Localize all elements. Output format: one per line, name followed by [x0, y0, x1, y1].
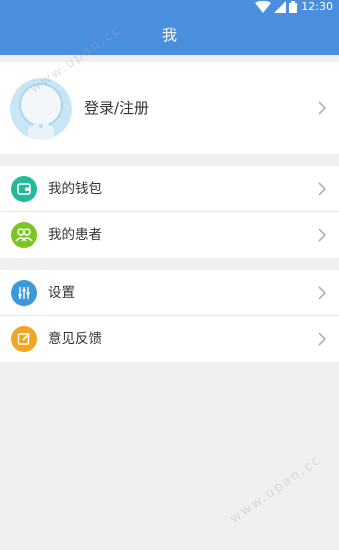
menu-item-patients[interactable]: 我的患者 [0, 212, 339, 258]
menu-group-account: 我的钱包 我的患者 [0, 166, 339, 258]
menu-group-general: 设置 意见反馈 [0, 270, 339, 362]
chevron-right-icon [318, 228, 327, 242]
menu-item-feedback[interactable]: 意见反馈 [0, 316, 339, 362]
wallet-icon [11, 176, 37, 202]
status-icons [255, 0, 297, 14]
chevron-right-icon [318, 101, 327, 115]
patients-icon [11, 222, 37, 248]
menu-item-label: 我的钱包 [48, 181, 102, 197]
signal-icon [274, 1, 286, 13]
settings-sliders-icon [11, 280, 37, 306]
avatar-placeholder-icon[interactable] [10, 78, 72, 140]
chevron-right-icon [318, 332, 327, 346]
status-time: 12:30 [301, 0, 333, 13]
menu-item-label: 意见反馈 [48, 331, 102, 347]
page-title: 我 [161, 26, 177, 44]
feedback-edit-icon [11, 326, 37, 352]
menu-item-settings[interactable]: 设置 [0, 270, 339, 316]
wifi-icon [255, 1, 271, 13]
status-bar: 12:30 [0, 0, 339, 14]
profile-login-row[interactable]: 登录/注册 [0, 62, 339, 154]
chevron-right-icon [318, 286, 327, 300]
chevron-right-icon [318, 182, 327, 196]
app-header: 我 [0, 14, 339, 55]
battery-icon [289, 1, 297, 13]
menu-item-label: 我的患者 [48, 227, 102, 243]
menu-item-label: 设置 [48, 285, 75, 301]
watermark: www.upan.cc [227, 452, 325, 527]
menu-item-wallet[interactable]: 我的钱包 [0, 166, 339, 212]
login-register-label[interactable]: 登录/注册 [84, 62, 149, 154]
